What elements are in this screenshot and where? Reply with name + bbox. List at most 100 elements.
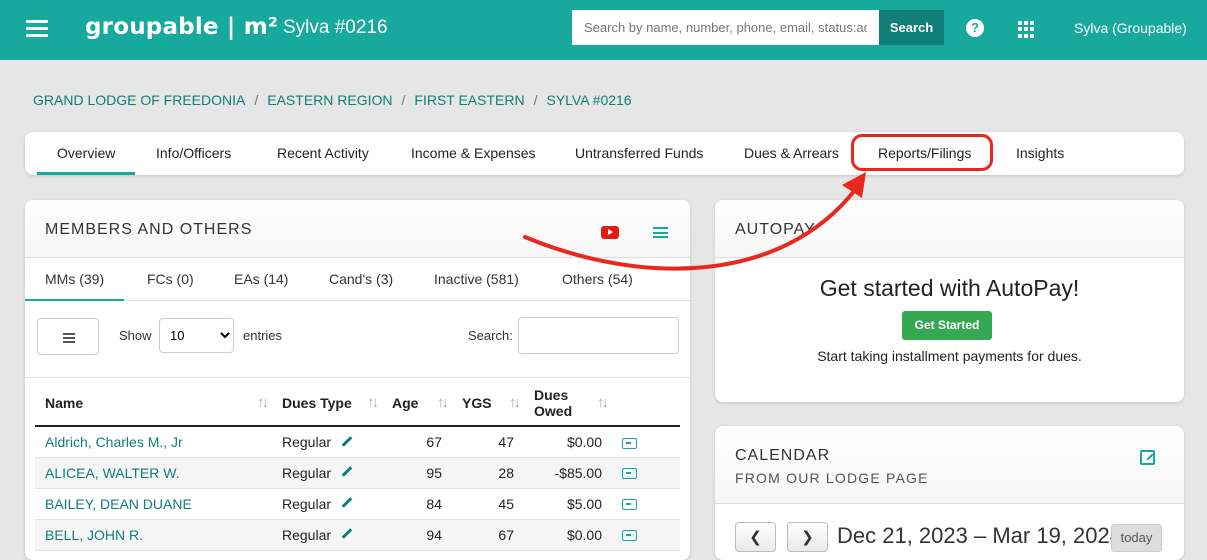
age-cell: 94	[382, 519, 452, 551]
ygs-cell: 67	[452, 519, 524, 551]
calendar-panel-title: CALENDAR	[735, 447, 831, 464]
autopay-panel-header: AUTOPAY	[715, 200, 1184, 258]
calendar-date-range: Dec 21, 2023 – Mar 19, 2024	[837, 523, 1122, 548]
member-subtabs: MMs (39) FCs (0) EAs (14) Cand's (3) Ina…	[25, 258, 690, 301]
dues-owed-cell: $0.00	[524, 426, 612, 458]
subtab-eas[interactable]: EAs (14)	[234, 258, 288, 301]
calendar-prev-button[interactable]: ❮	[735, 522, 776, 552]
search-button[interactable]: Search	[879, 10, 944, 45]
edit-pencil-icon[interactable]	[341, 466, 353, 478]
table-search-input[interactable]	[518, 317, 679, 354]
payment-card-icon[interactable]	[622, 468, 637, 480]
get-started-button[interactable]: Get Started	[902, 311, 992, 340]
breadcrumb: GRAND LODGE OF FREEDONIA / EASTERN REGION /…	[33, 92, 632, 108]
tab-reports-filings[interactable]: Reports/Filings	[878, 132, 971, 175]
autopay-description: Start taking installment payments for du…	[817, 348, 1082, 364]
column-header-actions	[612, 380, 680, 427]
sort-icon[interactable]: ↑↓	[509, 394, 521, 411]
member-name-link[interactable]: ALICEA, WALTER W.	[45, 465, 180, 481]
payment-card-icon[interactable]	[622, 530, 637, 542]
breadcrumb-district[interactable]: FIRST EASTERN	[414, 92, 524, 108]
payment-card-icon[interactable]	[622, 499, 637, 511]
entries-label: entries	[243, 328, 283, 343]
hamburger-menu-icon[interactable]	[26, 20, 48, 38]
youtube-icon[interactable]	[601, 226, 619, 239]
dues-owed-cell: -$85.00	[524, 457, 612, 489]
table-row: ALICEA, WALTER W. Regular 95 28 -$85.00	[35, 457, 680, 489]
global-search-input[interactable]	[572, 10, 879, 45]
dues-owed-cell: $5.00	[524, 488, 612, 520]
table-search-label: Search:	[468, 328, 513, 343]
table-divider	[25, 377, 690, 378]
tab-income-expenses[interactable]: Income & Expenses	[411, 132, 536, 175]
column-header-age[interactable]: Age ↑↓	[382, 380, 452, 427]
breadcrumb-separator: /	[254, 92, 259, 108]
breadcrumb-grand-lodge[interactable]: GRAND LODGE OF FREEDONIA	[33, 92, 245, 108]
column-header-ygs[interactable]: YGS ↑↓	[452, 380, 524, 427]
table-row: BELL, JOHN R. Regular 94 67 $0.00	[35, 519, 680, 551]
tab-untransferred-funds[interactable]: Untransferred Funds	[575, 132, 703, 175]
tab-dues-arrears[interactable]: Dues & Arrears	[744, 132, 839, 175]
autopay-body: Get started with AutoPay! Get Started St…	[715, 258, 1184, 402]
edit-pencil-icon[interactable]	[341, 528, 353, 540]
show-label: Show	[119, 328, 152, 343]
breadcrumb-lodge[interactable]: SYLVA #0216	[546, 92, 631, 108]
member-name-link[interactable]: BAILEY, DEAN DUANE	[45, 496, 192, 512]
edit-pencil-icon[interactable]	[341, 497, 353, 509]
tab-insights[interactable]: Insights	[1016, 132, 1064, 175]
breadcrumb-region[interactable]: EASTERN REGION	[267, 92, 392, 108]
table-row: BAILEY, DEAN DUANE Regular 84 45 $5.00	[35, 488, 680, 520]
sort-icon[interactable]: ↑↓	[597, 394, 609, 411]
tab-overview[interactable]: Overview	[37, 132, 136, 175]
apps-grid-icon[interactable]	[1018, 21, 1035, 38]
ygs-cell: 47	[452, 426, 524, 458]
tab-recent-activity[interactable]: Recent Activity	[277, 132, 369, 175]
column-visibility-button[interactable]	[37, 318, 99, 355]
calendar-next-button[interactable]: ❯	[787, 522, 828, 552]
member-name-link[interactable]: BELL, JOHN R.	[45, 527, 143, 543]
members-panel-title: MEMBERS AND OTHERS	[45, 221, 253, 238]
entries-select[interactable]: 10	[159, 318, 234, 353]
main-tabs: Overview Info/Officers Recent Activity I…	[25, 132, 1184, 175]
autopay-panel: AUTOPAY Get started with AutoPay! Get St…	[715, 200, 1184, 402]
calendar-today-button[interactable]: today	[1111, 524, 1162, 552]
members-panel: MEMBERS AND OTHERS MMs (39) FCs (0) EAs …	[25, 200, 690, 560]
edit-pencil-icon[interactable]	[341, 435, 353, 447]
members-panel-header: MEMBERS AND OTHERS	[25, 200, 690, 258]
member-name-link[interactable]: Aldrich, Charles M., Jr	[45, 434, 183, 450]
payment-card-icon[interactable]	[622, 437, 637, 449]
breadcrumb-separator: /	[401, 92, 406, 108]
top-navbar: groupable | m² Sylva #0216 Search ? Sylv…	[0, 0, 1207, 60]
user-menu[interactable]: Sylva (Groupable)	[1074, 20, 1187, 36]
age-cell: 84	[382, 488, 452, 520]
ygs-cell: 28	[452, 457, 524, 489]
brand-logo[interactable]: groupable | m²	[85, 14, 278, 40]
age-cell: 67	[382, 426, 452, 458]
subtab-fcs[interactable]: FCs (0)	[147, 258, 194, 301]
tab-info-officers[interactable]: Info/Officers	[156, 132, 231, 175]
column-header-dues-owed[interactable]: Dues Owed ↑↓	[524, 380, 612, 427]
sort-icon[interactable]: ↑↓	[257, 394, 269, 411]
autopay-heading: Get started with AutoPay!	[819, 275, 1080, 301]
table-row: Aldrich, Charles M., Jr Regular 67 47 $0…	[35, 426, 680, 458]
dues-type: Regular	[282, 526, 332, 543]
ygs-cell: 45	[452, 488, 524, 520]
help-icon[interactable]: ?	[966, 19, 984, 37]
calendar-panel: CALENDAR FROM OUR LODGE PAGE ❮ ❯ Dec 21,…	[715, 426, 1184, 560]
column-header-name[interactable]: Name ↑↓	[35, 380, 272, 427]
sort-icon[interactable]: ↑↓	[367, 394, 379, 411]
list-menu-icon[interactable]	[653, 227, 668, 238]
dues-type: Regular	[282, 464, 332, 481]
dues-owed-cell: $0.00	[524, 519, 612, 551]
subtab-others[interactable]: Others (54)	[562, 258, 633, 301]
breadcrumb-separator: /	[533, 92, 538, 108]
subtab-mms[interactable]: MMs (39)	[25, 258, 125, 301]
subtab-inactive[interactable]: Inactive (581)	[434, 258, 519, 301]
sort-icon[interactable]: ↑↓	[437, 394, 449, 411]
subtab-cands[interactable]: Cand's (3)	[329, 258, 393, 301]
external-link-icon[interactable]	[1140, 450, 1155, 465]
column-header-dues-type[interactable]: Dues Type ↑↓	[272, 380, 382, 427]
calendar-subtitle: FROM OUR LODGE PAGE	[735, 470, 929, 486]
dues-type: Regular	[282, 433, 332, 450]
lodge-title: Sylva #0216	[283, 17, 388, 38]
